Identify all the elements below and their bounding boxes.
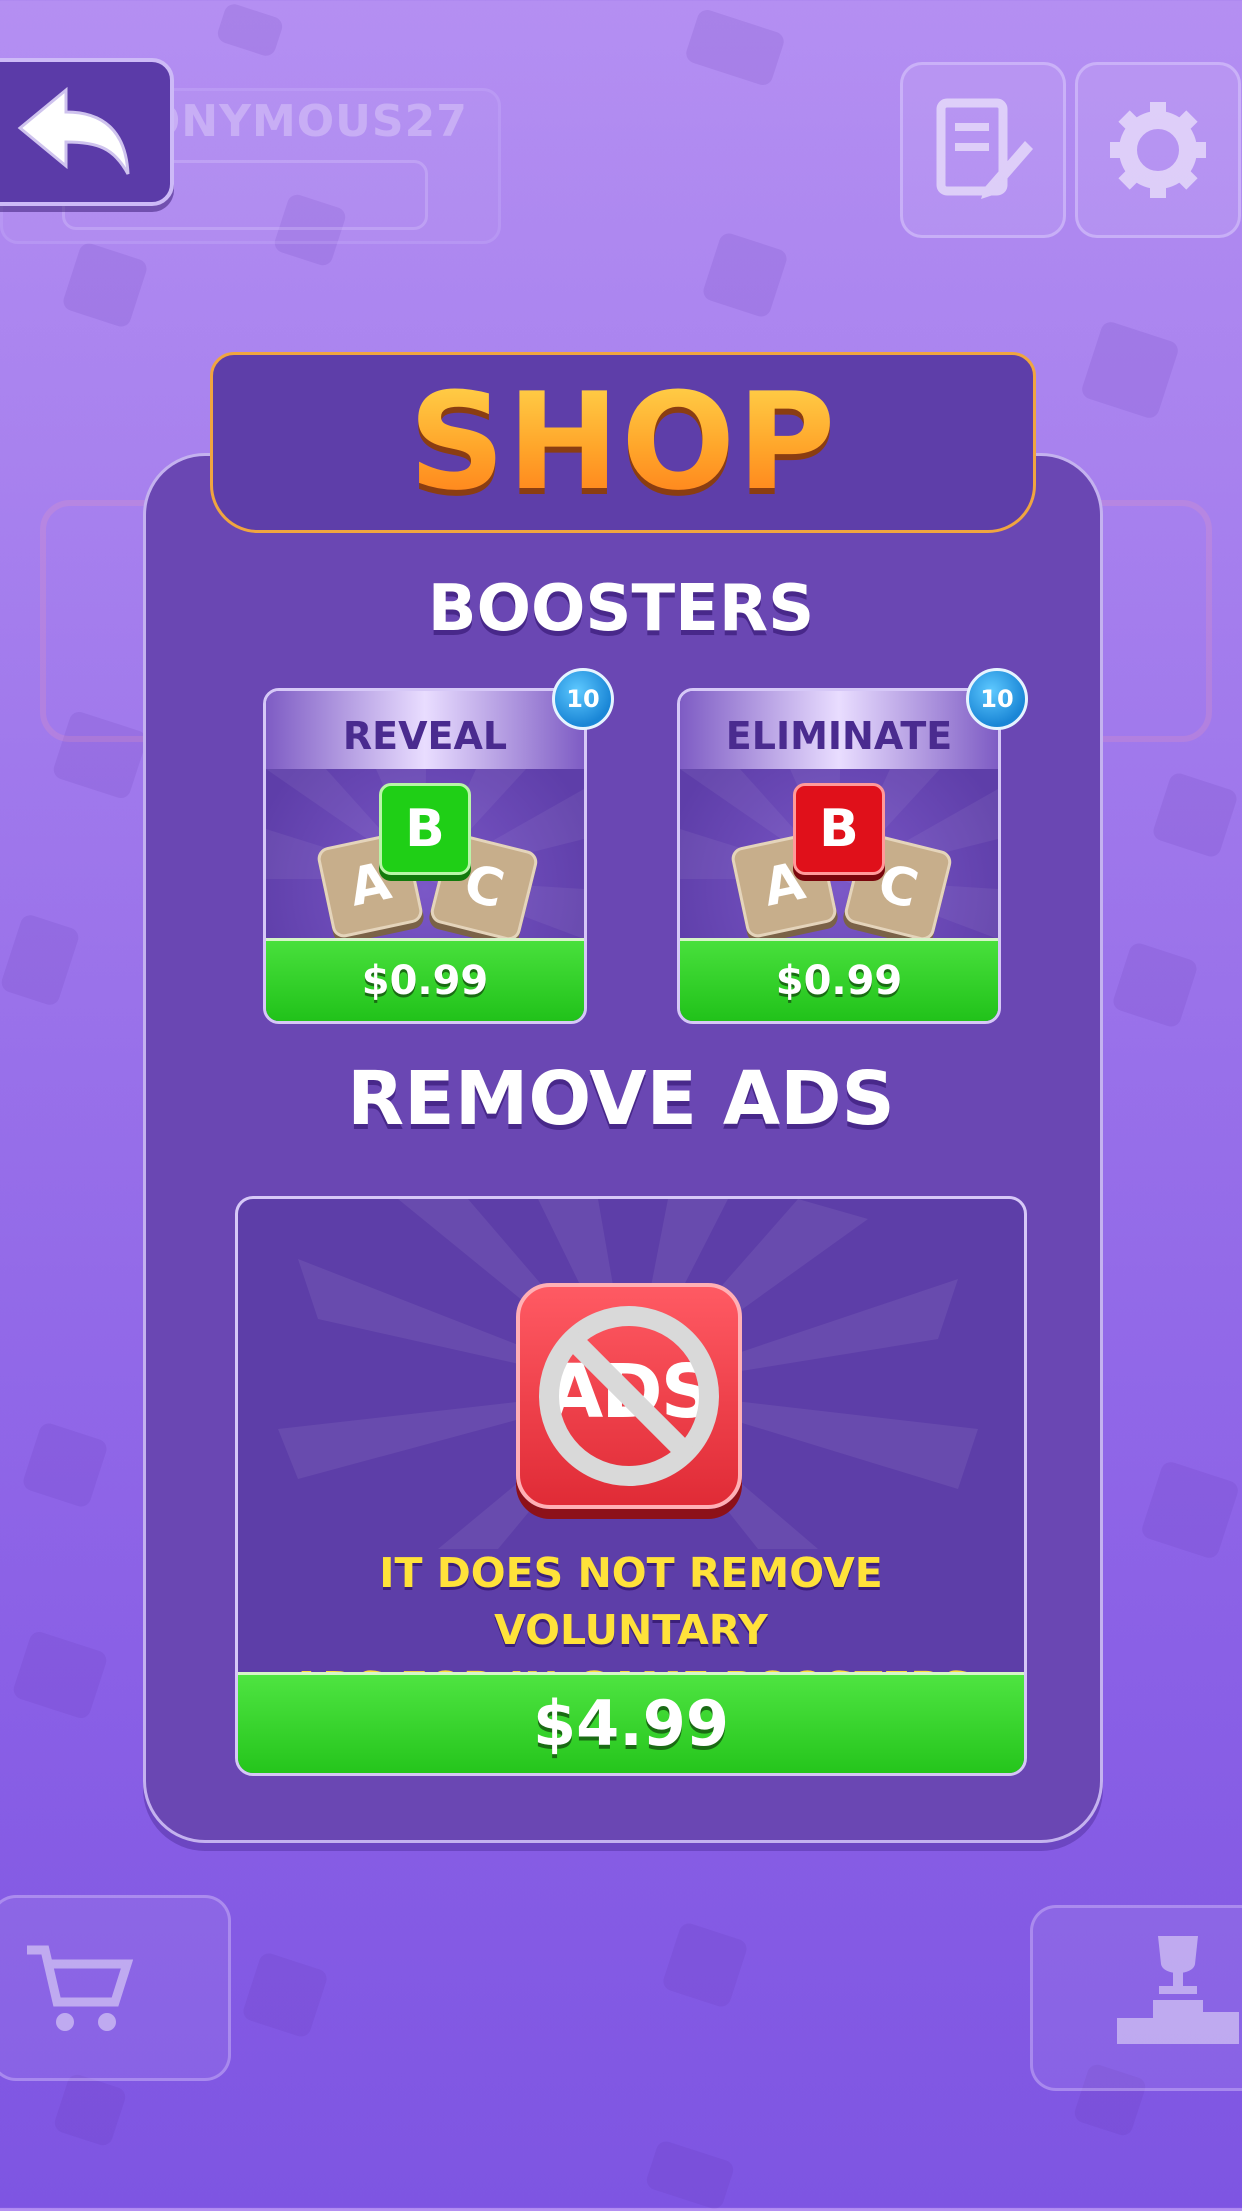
reveal-count-badge: 10	[552, 668, 614, 730]
shop-title: SHOP	[213, 375, 1033, 509]
back-arrow-icon	[17, 86, 130, 175]
remove-ads-card[interactable]: ADS IT DOES NOT REMOVE VOLUNTARY ADS FOR…	[235, 1196, 1027, 1776]
back-button[interactable]	[0, 58, 174, 206]
reveal-booster-card[interactable]: REVEAL A C B $0.99	[263, 688, 587, 1024]
remove-ads-price: $4.99	[532, 1687, 730, 1760]
settings-button	[1075, 62, 1241, 238]
prohibition-sign-icon	[539, 1306, 719, 1486]
notes-button	[900, 62, 1066, 238]
eliminate-booster-label: ELIMINATE	[725, 714, 953, 758]
boosters-heading: BOOSTERS	[427, 572, 815, 646]
reveal-booster-label: REVEAL	[342, 714, 508, 758]
cart-icon	[27, 1945, 133, 2031]
remove-ads-buy-button[interactable]: $4.99	[238, 1672, 1024, 1773]
notes-edit-icon	[936, 98, 1033, 199]
no-ads-icon: ADS	[516, 1283, 742, 1509]
letter-tile-b: B	[379, 783, 471, 875]
letter-tile-b: B	[793, 783, 885, 875]
leaderboard-nav-button	[1030, 1905, 1242, 2091]
remove-ads-heading: REMOVE ADS	[347, 1056, 895, 1142]
eliminate-booster-card[interactable]: ELIMINATE A C B $0.99	[677, 688, 1001, 1024]
remove-ads-note-line1: IT DOES NOT REMOVE VOLUNTARY	[379, 1549, 883, 1654]
shop-title-banner: SHOP	[210, 352, 1036, 533]
gear-icon	[1110, 102, 1206, 198]
reveal-price: $0.99	[361, 958, 489, 1004]
trophy-podium-icon	[1117, 1936, 1239, 2044]
eliminate-price: $0.99	[775, 958, 903, 1004]
eliminate-count-badge: 10	[966, 668, 1028, 730]
shop-nav-button	[0, 1895, 231, 2081]
